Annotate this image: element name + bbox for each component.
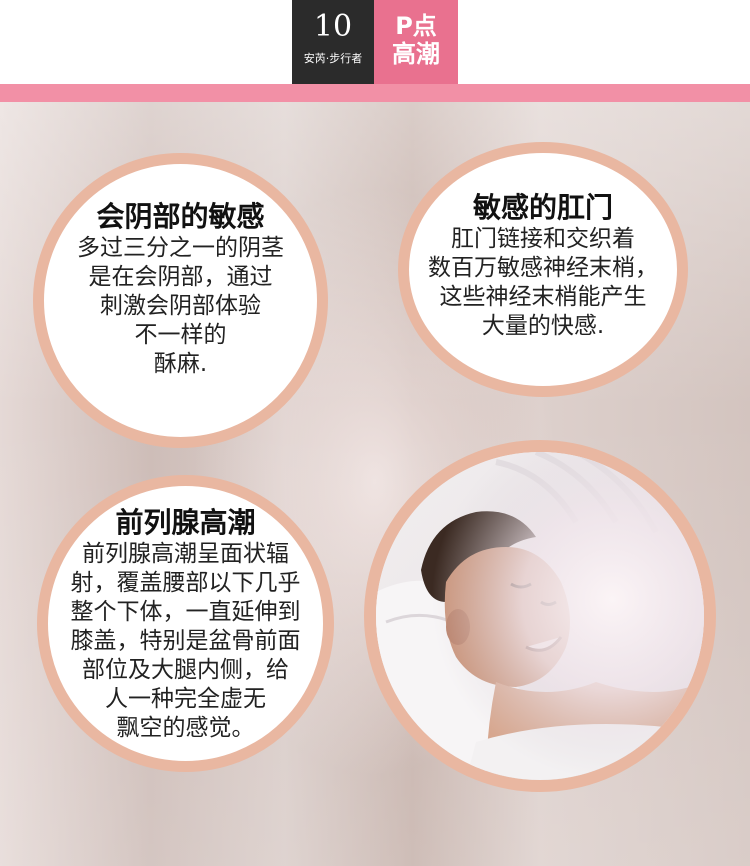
circle-line: 不一样的 bbox=[134, 322, 227, 348]
circle-line: 这些神经末梢能产生 bbox=[439, 284, 647, 310]
info-circle-anus: 敏感的肛门 肛门链接和交织着 数百万敏感神经末梢， 这些神经末梢能产生 大量的快… bbox=[398, 142, 688, 397]
circle-line: 飘空的感觉。 bbox=[116, 715, 255, 741]
circle-line: 刺激会阴部体验 bbox=[100, 293, 261, 319]
header-stripe bbox=[0, 84, 750, 102]
circle-line: 大量的快感. bbox=[481, 313, 605, 339]
info-circle-prostate: 前列腺高潮 前列腺高潮呈面状辐 射，覆盖腰部以下几乎 整个下体，一直延伸到 膝盖… bbox=[37, 475, 334, 772]
circle-line: 部位及大腿内侧，给 bbox=[82, 657, 289, 683]
photo-circle bbox=[364, 440, 716, 792]
circle-line: 前列腺高潮呈面状辐 bbox=[82, 541, 289, 567]
sleeping-man-photo bbox=[376, 452, 704, 780]
circle-line: 人一种完全虚无 bbox=[105, 686, 266, 712]
circle-line: 膝盖，特别是盆骨前面 bbox=[70, 628, 301, 654]
circle-line: 酥麻. bbox=[153, 351, 208, 377]
topic-tag-line1: P点 bbox=[395, 12, 437, 40]
section-number: 10 bbox=[313, 9, 353, 44]
topic-tag: P点 高潮 bbox=[374, 0, 458, 84]
circle-line: 多过三分之一的阴茎 bbox=[77, 235, 284, 261]
circle-line: 整个下体，一直延伸到 bbox=[70, 599, 301, 625]
circle-line: 是在会阴部，通过 bbox=[88, 264, 273, 290]
header-bar: 10 安芮·步行者 P点 高潮 bbox=[0, 0, 750, 84]
circle-title: 敏感的肛门 bbox=[472, 191, 613, 224]
circle-line: 肛门链接和交织着 bbox=[451, 226, 635, 252]
circle-line: 数百万敏感神经末梢， bbox=[428, 255, 658, 281]
info-circle-perineum: 会阴部的敏感 多过三分之一的阴茎 是在会阴部，通过 刺激会阴部体验 不一样的 酥… bbox=[33, 153, 328, 448]
brand-subtitle: 安芮·步行者 bbox=[303, 52, 363, 65]
circle-title: 前列腺高潮 bbox=[115, 506, 256, 539]
number-badge: 10 安芮·步行者 bbox=[292, 0, 374, 84]
circle-line: 射，覆盖腰部以下几乎 bbox=[70, 570, 301, 596]
circle-title: 会阴部的敏感 bbox=[96, 200, 265, 233]
topic-tag-line2: 高潮 bbox=[392, 40, 440, 68]
